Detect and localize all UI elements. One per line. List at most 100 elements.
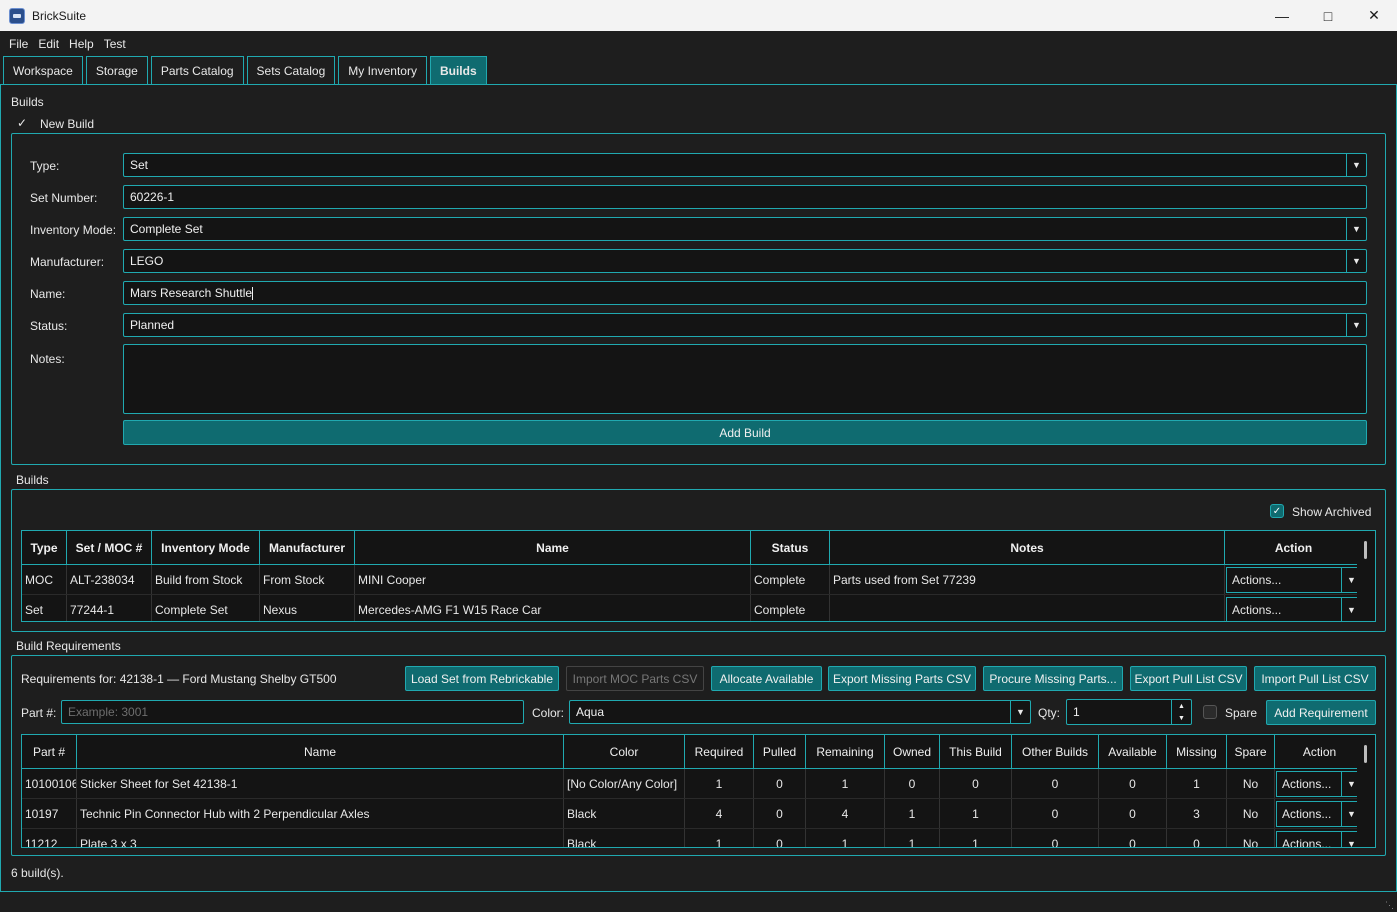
col-pulled[interactable]: Pulled	[754, 735, 806, 768]
menu-file[interactable]: File	[4, 37, 33, 51]
caret-up-icon[interactable]: ▲	[1172, 700, 1191, 712]
col-other-builds[interactable]: Other Builds	[1012, 735, 1099, 768]
cell-name: Technic Pin Connector Hub with 2 Perpend…	[77, 799, 564, 828]
color-label: Color:	[532, 706, 565, 720]
caret-down-icon[interactable]: ▼	[1172, 712, 1191, 724]
builds-table-scrollbar[interactable]	[1357, 531, 1375, 621]
add-requirement-button[interactable]: Add Requirement	[1266, 700, 1376, 725]
cell-this-build: 1	[940, 829, 1012, 847]
cell-action: Actions... ▼	[1275, 769, 1365, 798]
menu-bar: File Edit Help Test	[0, 31, 1397, 56]
tab-sets-catalog[interactable]: Sets Catalog	[246, 56, 336, 84]
procure-missing-button[interactable]: Procure Missing Parts...	[983, 666, 1123, 691]
table-row[interactable]: 10197 Technic Pin Connector Hub with 2 P…	[22, 799, 1375, 829]
menu-edit[interactable]: Edit	[33, 37, 64, 51]
manufacturer-dropdown[interactable]: LEGO ▼	[123, 249, 1367, 273]
cell-notes: Parts used from Set 77239	[830, 565, 1225, 594]
actions-dropdown[interactable]: Actions... ▼	[1276, 830, 1362, 847]
menu-test[interactable]: Test	[99, 37, 131, 51]
notes-textarea[interactable]	[123, 344, 1367, 414]
col-color[interactable]: Color	[564, 735, 685, 768]
tab-storage[interactable]: Storage	[85, 56, 148, 84]
export-pull-list-button[interactable]: Export Pull List CSV	[1130, 666, 1247, 691]
chevron-down-icon[interactable]: ▼	[1346, 154, 1366, 176]
type-dropdown[interactable]: Set ▼	[123, 153, 1367, 177]
chevron-down-icon[interactable]: ▼	[1010, 701, 1030, 723]
col-notes[interactable]: Notes	[830, 531, 1225, 564]
close-icon[interactable]: ✕	[1351, 0, 1397, 31]
cell-action: Actions... ▼	[1225, 565, 1363, 594]
import-pull-list-button[interactable]: Import Pull List CSV	[1254, 666, 1376, 691]
status-label: Status:	[30, 319, 68, 333]
resize-grip-icon[interactable]: ⋱	[1385, 900, 1395, 910]
col-name[interactable]: Name	[355, 531, 751, 564]
name-input[interactable]: Mars Research Shuttle	[123, 281, 1367, 305]
requirements-for-label: Requirements for: 42138-1 — Ford Mustang…	[21, 672, 337, 686]
col-required[interactable]: Required	[685, 735, 754, 768]
col-this-build[interactable]: This Build	[940, 735, 1012, 768]
cell-this-build: 0	[940, 769, 1012, 798]
maximize-icon[interactable]: □	[1305, 0, 1351, 31]
cell-color: Black	[564, 799, 685, 828]
table-row[interactable]: 11212 Plate 3 x 3 Black 1 0 1 1 1 0 0 0 …	[22, 829, 1375, 847]
col-spare[interactable]: Spare	[1227, 735, 1275, 768]
chevron-down-icon[interactable]: ▼	[1346, 218, 1366, 240]
col-manufacturer[interactable]: Manufacturer	[260, 531, 355, 564]
load-set-button[interactable]: Load Set from Rebrickable	[405, 666, 559, 691]
cell-mode: Complete Set	[152, 595, 260, 621]
actions-dropdown[interactable]: Actions... ▼	[1276, 800, 1362, 827]
show-archived-checkbox[interactable]: ✓	[1270, 504, 1284, 518]
tab-builds[interactable]: Builds	[429, 56, 487, 84]
cell-spare: No	[1227, 769, 1275, 798]
col-type[interactable]: Type	[22, 531, 67, 564]
tab-parts-catalog[interactable]: Parts Catalog	[150, 56, 244, 84]
col-remaining[interactable]: Remaining	[806, 735, 885, 768]
col-available[interactable]: Available	[1099, 735, 1167, 768]
spinbox-arrows[interactable]: ▲ ▼	[1171, 700, 1191, 724]
part-input[interactable]: Example: 3001	[61, 700, 524, 724]
scroll-thumb[interactable]	[1364, 745, 1367, 763]
table-row[interactable]: 10100106 Sticker Sheet for Set 42138-1 […	[22, 769, 1375, 799]
col-action[interactable]: Action	[1225, 531, 1363, 564]
col-inventory-mode[interactable]: Inventory Mode	[152, 531, 260, 564]
inventory-mode-dropdown[interactable]: Complete Set ▼	[123, 217, 1367, 241]
col-part[interactable]: Part #	[22, 735, 77, 768]
qty-spinbox[interactable]: 1 ▲ ▼	[1066, 699, 1192, 725]
actions-dropdown[interactable]: Actions... ▼	[1226, 566, 1362, 593]
actions-dropdown[interactable]: Actions... ▼	[1276, 770, 1362, 797]
scroll-thumb[interactable]	[1364, 541, 1367, 559]
col-missing[interactable]: Missing	[1167, 735, 1227, 768]
export-missing-button[interactable]: Export Missing Parts CSV	[828, 666, 976, 691]
table-row[interactable]: MOC ALT-238034 Build from Stock From Sto…	[22, 565, 1375, 595]
table-row[interactable]: Set 77244-1 Complete Set Nexus Mercedes-…	[22, 595, 1375, 621]
spare-checkbox[interactable]	[1203, 705, 1217, 719]
chevron-down-icon[interactable]: ▼	[1346, 250, 1366, 272]
inventory-mode-label: Inventory Mode:	[30, 223, 117, 237]
main-tabs: Workspace Storage Parts Catalog Sets Cat…	[3, 56, 490, 84]
cell-pulled: 0	[754, 799, 806, 828]
col-status[interactable]: Status	[751, 531, 830, 564]
import-moc-button[interactable]: Import MOC Parts CSV	[566, 666, 704, 691]
menu-help[interactable]: Help	[64, 37, 99, 51]
new-build-toggle[interactable]: New Build	[40, 117, 94, 131]
cell-spare: No	[1227, 799, 1275, 828]
set-number-value: 60226-1	[130, 190, 175, 204]
tab-my-inventory[interactable]: My Inventory	[338, 56, 427, 84]
manufacturer-value: LEGO	[130, 254, 164, 268]
allocate-button[interactable]: Allocate Available	[711, 666, 822, 691]
col-action[interactable]: Action	[1275, 735, 1365, 768]
tab-workspace[interactable]: Workspace	[3, 56, 83, 84]
color-dropdown[interactable]: Aqua ▼	[569, 700, 1031, 724]
actions-dropdown[interactable]: Actions... ▼	[1226, 596, 1362, 621]
add-build-button[interactable]: Add Build	[123, 420, 1367, 445]
requirements-table-scrollbar[interactable]	[1357, 735, 1375, 847]
col-name[interactable]: Name	[77, 735, 564, 768]
minimize-icon[interactable]: —	[1259, 0, 1305, 31]
col-owned[interactable]: Owned	[885, 735, 940, 768]
set-number-input[interactable]: 60226-1	[123, 185, 1367, 209]
status-dropdown[interactable]: Planned ▼	[123, 313, 1367, 337]
cell-action: Actions... ▼	[1275, 829, 1365, 847]
chevron-down-icon[interactable]: ▼	[1346, 314, 1366, 336]
col-number[interactable]: Set / MOC #	[67, 531, 152, 564]
cell-number: ALT-238034	[67, 565, 152, 594]
